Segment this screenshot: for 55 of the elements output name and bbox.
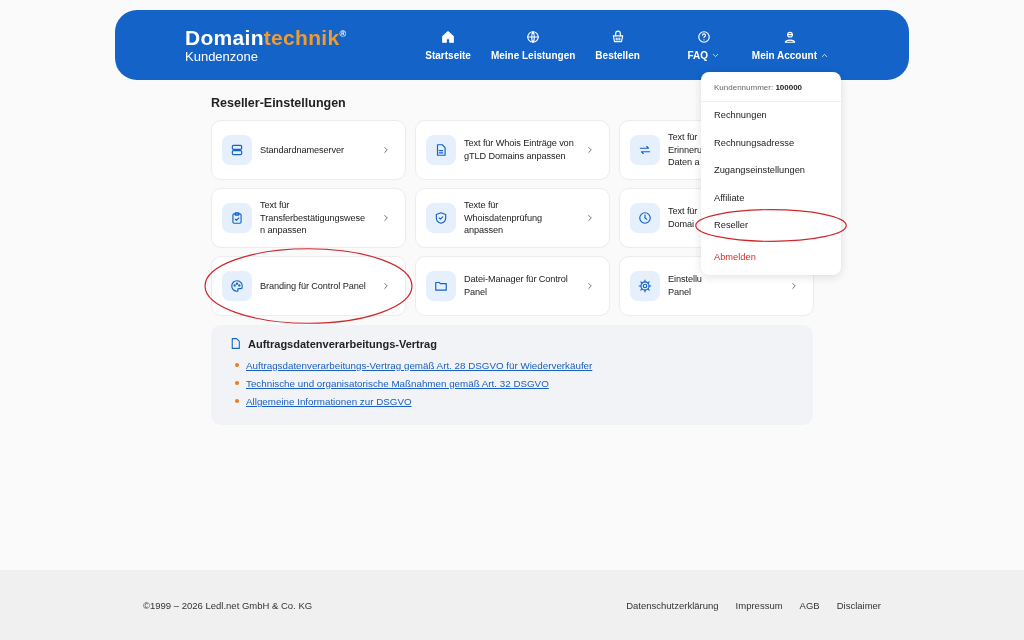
footer-link[interactable]: Impressum [735,599,783,611]
menu-item[interactable]: Rechnungsadresse [701,129,841,157]
logo-subtitle: Kundenzone [185,50,259,63]
settings-card[interactable]: Datei-Manager für Control Panel [415,256,610,316]
logo[interactable]: Domaintechnik$^{®}$ [185,27,347,48]
info-title: Auftragsdatenverarbeitungs-Vertrag [248,337,437,350]
bullet-icon [235,399,239,403]
folder-icon [434,279,448,293]
document-link[interactable]: Auftragsdatenverarbeitungs-Vertrag gemäß Art. 28 DSGVO für Wiederverkäufer [246,359,593,371]
bullet-icon [235,381,239,385]
card-label: Branding für Control Panel [260,279,366,293]
section-title: Reseller-Einstellungen [211,96,347,110]
clipboard-check-icon [230,211,244,225]
card-label: Einstellu Panel [668,273,702,299]
settings-card[interactable]: Text für Transferbestätigungswese n anpassen [211,188,406,248]
document-icon [434,143,448,157]
palette-icon [230,279,244,293]
bullet-icon [235,363,239,367]
card-label: Text für Erinneru Daten a [668,130,702,170]
footer-link[interactable]: AGB [799,599,820,611]
settings-icon [638,279,652,293]
help-icon [696,29,711,44]
nav-link[interactable]: Meine Leistungen [480,29,586,61]
card-label: Standardnameserver [260,143,344,157]
menu-item[interactable]: Zugangseinstellungen [701,157,841,185]
nav-link[interactable]: Bestellen [585,29,650,61]
home-icon [441,29,456,44]
clock-icon [638,211,652,225]
customer-number: Kundennummer: 100000 [701,72,841,102]
footer-link[interactable]: Disclaimer [836,599,881,611]
user-icon [783,29,798,44]
settings-card[interactable]: Texte für Whoisdatenprüfung anpassen [415,188,610,248]
menu-item[interactable]: Rechnungen [701,102,841,130]
card-label: Text für Whois Einträge von gTLD Domains anpassen [464,137,574,163]
copyright: ©1999 – 2026 Ledl.net GmbH & Co. KG [143,599,313,611]
card-label: Datei-Manager für Control Panel [464,273,568,299]
document-link[interactable]: Allgemeine Informationen zur DSGVO [246,395,412,407]
basket-icon [610,29,625,44]
document-link[interactable]: Technische und organisatorische Maßnahmen gemäß Art. 32 DSGVO [246,377,549,389]
card-label: Texte für Whoisdatenprüfung anpassen [464,198,542,238]
nav-link[interactable]: FAQ [673,29,734,61]
nav-link[interactable]: Mein Account [741,29,839,61]
server-icon [230,143,244,157]
document-icon [229,337,242,350]
settings-card[interactable]: Standardnameserver [211,120,406,180]
shield-check-icon [434,211,448,225]
swap-arrows-icon [638,143,652,157]
footer-link[interactable]: Datenschutzerklärung [626,599,719,611]
card-label: Text für Transferbestätigungswese n anpassen [260,198,365,238]
card-label: Text für Domai [668,205,698,231]
nav-link[interactable]: Startseite [415,29,481,61]
settings-card[interactable]: Text für Whois Einträge von gTLD Domains anpassen [415,120,610,180]
menu-item[interactable]: Affiliate [701,184,841,212]
settings-card[interactable]: Branding für Control Panel [211,256,406,316]
globe-icon [526,29,541,44]
